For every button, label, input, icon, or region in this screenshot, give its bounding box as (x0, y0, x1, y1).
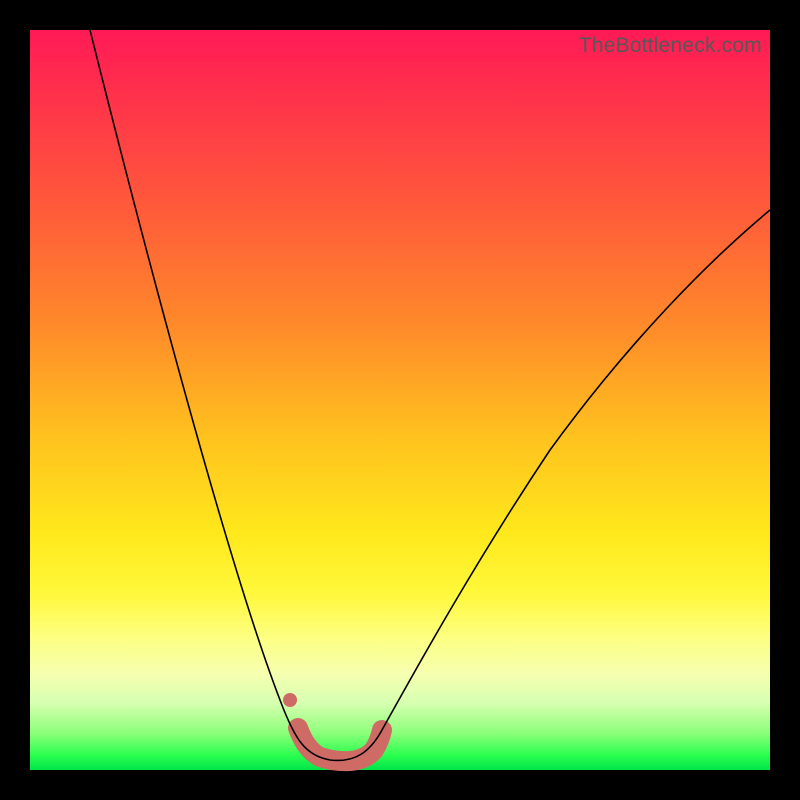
trough-highlight (298, 728, 382, 761)
plot-area: TheBottleneck.com (30, 30, 770, 770)
main-curve (90, 30, 770, 760)
highlight-dot (283, 693, 297, 707)
chart-frame: TheBottleneck.com (0, 0, 800, 800)
curve-svg (30, 30, 770, 770)
